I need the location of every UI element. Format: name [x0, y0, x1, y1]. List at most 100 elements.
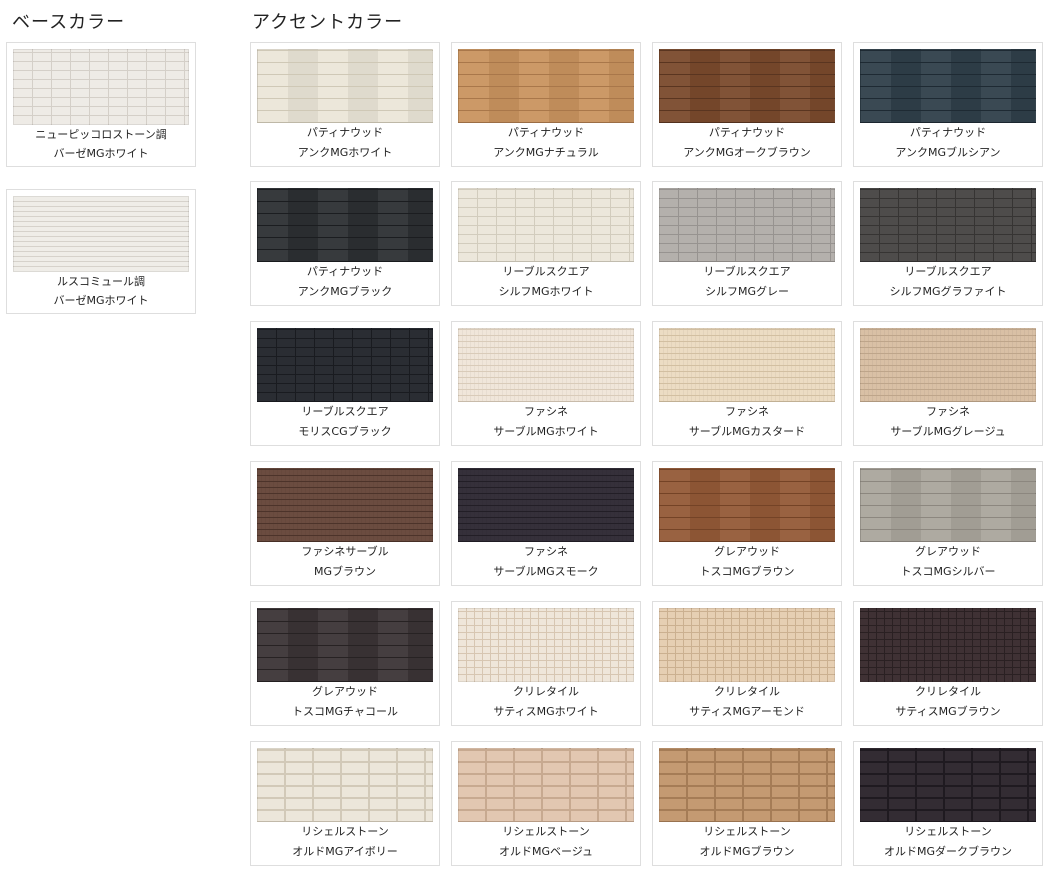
swatch-color-label: アンクMGホワイト: [297, 146, 393, 159]
accent-color-card[interactable]: ファシネサーブルMGグレージュ: [853, 321, 1043, 446]
accent-color-card[interactable]: リーブルスクエアシルフMGグラファイト: [853, 181, 1043, 306]
color-selection-page: ベースカラー アクセントカラー ニューピッコロストーン調 バーゼMGホワイト ルスコ…: [0, 0, 1050, 870]
swatch-series-label: ルスコミュール調: [57, 275, 145, 288]
swatch-series-label: クリレタイル: [714, 685, 780, 698]
accent-color-card[interactable]: グレアウッドトスコMGブラウン: [652, 461, 842, 586]
swatch-color-label: サーブルMGカスタード: [688, 425, 806, 438]
accent-color-card[interactable]: リシェルストーン オルドMGダークブラウン: [853, 741, 1043, 866]
swatch-series-label: リーブルスクエア: [904, 265, 992, 278]
color-swatch-image: [257, 49, 433, 123]
swatch-series-label: リーブルスクエア: [502, 265, 590, 278]
color-swatch-image: [458, 748, 634, 822]
accent-color-card[interactable]: リーブルスクエア シルフMGホワイト: [451, 181, 641, 306]
accent-color-card[interactable]: リシェルストーン オルドMGアイボリー: [250, 741, 440, 866]
swatch-color-label: トスコMGシルバー: [900, 565, 996, 578]
accent-color-card[interactable]: ファシネサーブルMGホワイト: [451, 321, 641, 446]
base-color-heading: ベースカラー: [12, 12, 126, 33]
swatch-series-label: リシェルストーン: [301, 825, 389, 838]
swatch-series-label: ファシネ: [524, 545, 568, 558]
base-color-card[interactable]: ルスコミュール調 バーゼMGホワイト: [6, 189, 196, 314]
swatch-series-label: グレアウッド: [915, 545, 981, 558]
color-swatch-image: [13, 49, 189, 125]
accent-color-card[interactable]: パティナウッドアンクMGブルシアン: [853, 42, 1043, 167]
swatch-series-label: リシェルストーン: [703, 825, 791, 838]
accent-color-heading: アクセントカラー: [252, 12, 404, 33]
accent-color-card[interactable]: リシェルストーン オルドMGベージュ: [451, 741, 641, 866]
swatch-color-label: シルフMGホワイト: [498, 285, 594, 298]
color-swatch-image: [458, 188, 634, 262]
color-swatch-image: [860, 328, 1036, 402]
swatch-color-label: サーブルMGグレージュ: [890, 425, 1006, 438]
color-swatch-image: [13, 196, 189, 272]
accent-color-card[interactable]: ファシネサーブル MGブラウン: [250, 461, 440, 586]
swatch-series-label: リシェルストーン: [904, 825, 992, 838]
swatch-series-label: ファシネサーブル: [301, 545, 389, 558]
accent-color-card[interactable]: クリレタイルサティスMGアーモンド: [652, 601, 842, 726]
swatch-series-label: リーブルスクエア: [301, 405, 389, 418]
color-swatch-image: [860, 188, 1036, 262]
accent-color-card[interactable]: リーブルスクエア モリスCGブラック: [250, 321, 440, 446]
accent-color-card[interactable]: パティナウッドアンクMGナチュラル: [451, 42, 641, 167]
color-swatch-image: [257, 468, 433, 542]
color-swatch-image: [257, 748, 433, 822]
swatch-series-label: クリレタイル: [915, 685, 981, 698]
accent-color-card[interactable]: リーブルスクエア シルフMGグレー: [652, 181, 842, 306]
swatch-color-label: アンクMGナチュラル: [493, 146, 599, 159]
color-swatch-image: [458, 328, 634, 402]
swatch-series-label: ファシネ: [524, 405, 568, 418]
color-swatch-image: [860, 748, 1036, 822]
accent-color-card[interactable]: パティナウッド アンクMGホワイト: [250, 42, 440, 167]
color-swatch-image: [458, 468, 634, 542]
swatch-color-label: サティスMGブラウン: [895, 705, 1001, 718]
swatch-color-label: アンクMGブラック: [297, 285, 393, 298]
color-swatch-image: [458, 49, 634, 123]
swatch-series-label: ニューピッコロストーン調: [35, 128, 167, 141]
swatch-color-label: サティスMGアーモンド: [689, 705, 805, 718]
color-swatch-image: [659, 748, 835, 822]
color-swatch-image: [860, 468, 1036, 542]
accent-color-card[interactable]: ファシネサーブルMGカスタード: [652, 321, 842, 446]
color-swatch-image: [659, 328, 835, 402]
color-swatch-image: [860, 608, 1036, 682]
swatch-color-label: トスコMGブラウン: [699, 565, 795, 578]
color-swatch-image: [257, 608, 433, 682]
swatch-color-label: バーゼMGホワイト: [53, 294, 149, 307]
base-color-card[interactable]: ニューピッコロストーン調 バーゼMGホワイト: [6, 42, 196, 167]
swatch-series-label: パティナウッド: [909, 126, 987, 139]
color-swatch-image: [659, 49, 835, 123]
color-swatch-image: [659, 188, 835, 262]
swatch-color-label: アンクMGブルシアン: [895, 146, 1001, 159]
accent-color-card[interactable]: グレアウッドトスコMGチャコール: [250, 601, 440, 726]
accent-color-card[interactable]: グレアウッドトスコMGシルバー: [853, 461, 1043, 586]
swatch-color-label: モリスCGブラック: [298, 425, 392, 438]
swatch-color-label: オルドMGブラウン: [699, 845, 795, 858]
color-swatch-image: [257, 188, 433, 262]
swatch-series-label: パティナウッド: [306, 265, 384, 278]
color-swatch-image: [659, 608, 835, 682]
accent-color-card[interactable]: クリレタイルサティスMGブラウン: [853, 601, 1043, 726]
swatch-series-label: リシェルストーン: [502, 825, 590, 838]
accent-color-card[interactable]: クリレタイル サティスMGホワイト: [451, 601, 641, 726]
swatch-series-label: パティナウッド: [507, 126, 585, 139]
swatch-color-label: オルドMGアイボリー: [292, 845, 398, 858]
accent-color-card[interactable]: パティナウッドアンクMGオークブラウン: [652, 42, 842, 167]
swatch-color-label: アンクMGオークブラウン: [683, 146, 811, 159]
swatch-series-label: パティナウッド: [708, 126, 786, 139]
accent-color-card[interactable]: パティナウッド アンクMGブラック: [250, 181, 440, 306]
swatch-series-label: ファシネ: [725, 405, 769, 418]
color-swatch-image: [659, 468, 835, 542]
swatch-color-label: サーブルMGホワイト: [493, 425, 599, 438]
swatch-color-label: シルフMGグラファイト: [889, 285, 1007, 298]
color-swatch-image: [458, 608, 634, 682]
color-swatch-image: [257, 328, 433, 402]
swatch-color-label: トスコMGチャコール: [292, 705, 398, 718]
swatch-color-label: サーブルMGスモーク: [493, 565, 599, 578]
accent-color-card[interactable]: ファシネサーブルMGスモーク: [451, 461, 641, 586]
swatch-color-label: サティスMGホワイト: [493, 705, 599, 718]
swatch-series-label: グレアウッド: [312, 685, 378, 698]
swatch-series-label: グレアウッド: [714, 545, 780, 558]
swatch-color-label: オルドMGベージュ: [498, 845, 594, 858]
swatch-color-label: バーゼMGホワイト: [53, 147, 149, 160]
swatch-series-label: ファシネ: [926, 405, 970, 418]
accent-color-card[interactable]: リシェルストーン オルドMGブラウン: [652, 741, 842, 866]
